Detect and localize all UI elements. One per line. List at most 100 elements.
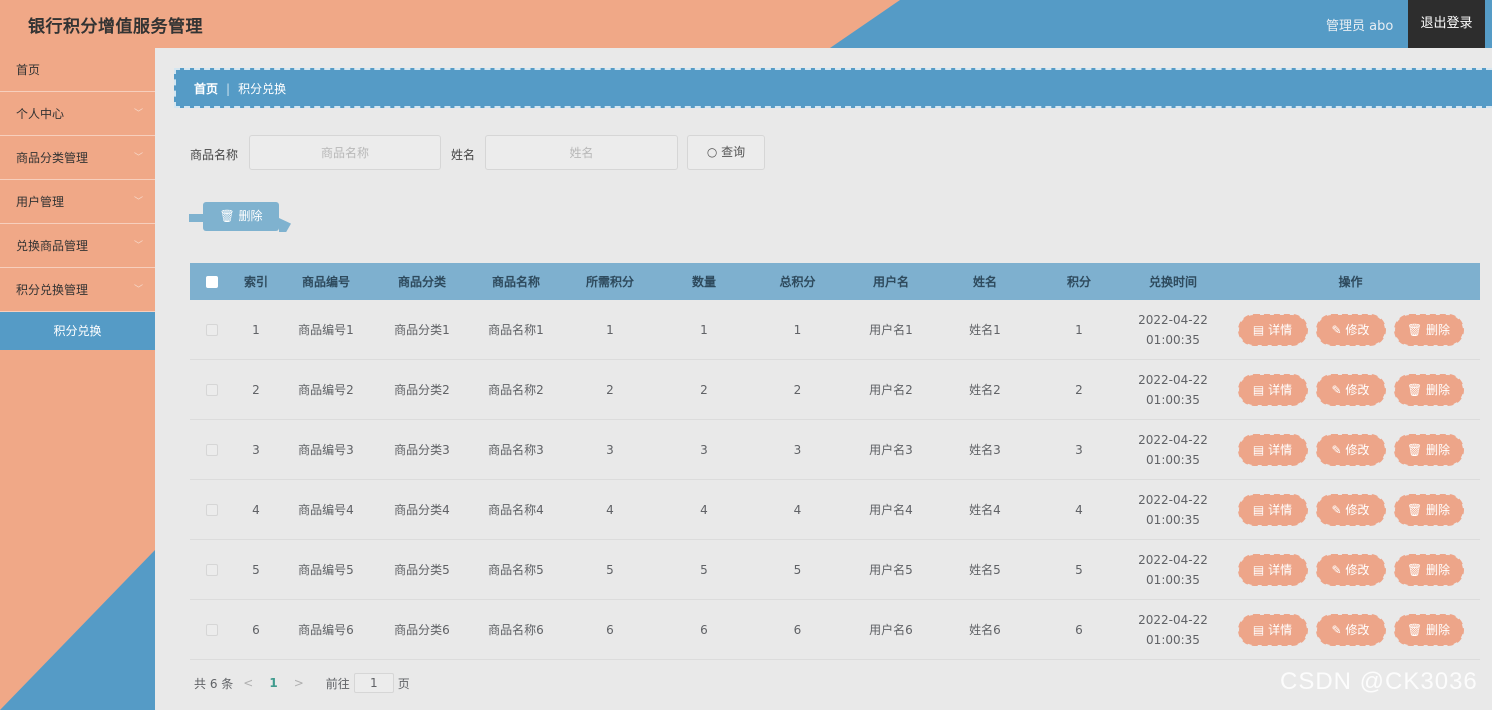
- table-body: 1 商品编号1 商品分类1 商品名称1 1 1 1 用户名1 姓名1 1 2022-04-22 01:…: [190, 300, 1480, 660]
- table-row: 4 商品编号4 商品分类4 商品名称4 4 4 4 用户名4 姓名4 4 2022-04-22 01:…: [190, 480, 1480, 540]
- detail-button-label: 详情: [1268, 382, 1293, 397]
- table-row: 6 商品编号6 商品分类6 商品名称6 6 6 6 用户名6 姓名6 6 2022-04-22 01:…: [190, 600, 1480, 660]
- top-header: 银行积分增值服务管理 管理员 abo 退出登录: [0, 0, 1492, 48]
- select-all-checkbox[interactable]: [206, 276, 218, 288]
- row-checkbox[interactable]: [206, 504, 218, 516]
- header-product-code: 商品编号: [301, 275, 350, 289]
- row-checkbox[interactable]: [206, 324, 218, 336]
- goto-page-input[interactable]: [353, 673, 394, 693]
- product-name-input[interactable]: [249, 135, 441, 170]
- detail-button[interactable]: ▤ 详情: [1237, 493, 1308, 526]
- header-blue-shape: [830, 0, 1492, 48]
- sidebar-item-home[interactable]: 首页: [0, 48, 155, 92]
- name-label: 姓名: [451, 148, 476, 162]
- cell-exchange-time: 2022-04-22 01:00:35: [1125, 550, 1221, 590]
- edit-button[interactable]: ✎ 修改: [1315, 313, 1386, 346]
- cell-product-code: 商品编号2: [298, 383, 354, 397]
- cell-points: 3: [1075, 442, 1083, 457]
- edit-button[interactable]: ✎ 修改: [1315, 433, 1386, 466]
- pencil-icon: ✎: [1331, 562, 1346, 577]
- trash-icon: 🗑: [1406, 622, 1427, 637]
- product-name-label: 商品名称: [190, 148, 239, 162]
- batch-delete-button[interactable]: 🗑 删除: [189, 202, 279, 231]
- cell-required-points: 1: [606, 322, 614, 337]
- cell-username: 用户名2: [869, 383, 913, 397]
- cell-total-points: 2: [793, 382, 802, 397]
- delete-button[interactable]: 🗑 删除: [1393, 553, 1464, 586]
- admin-label: 管理员 abo: [1326, 19, 1394, 34]
- name-input[interactable]: [485, 135, 678, 170]
- sidebar-item-exchange-product-management[interactable]: 兑换商品管理 ﹀: [0, 224, 155, 268]
- row-checkbox[interactable]: [206, 564, 218, 576]
- cell-required-points: 4: [606, 502, 614, 517]
- cell-points: 6: [1075, 622, 1083, 637]
- chevron-down-icon: ﹀: [133, 197, 143, 207]
- detail-button[interactable]: ▤ 详情: [1237, 373, 1308, 406]
- chevron-down-icon: ﹀: [133, 285, 143, 295]
- cell-exchange-time: 2022-04-22 01:00:35: [1125, 610, 1221, 650]
- pencil-icon: ✎: [1331, 502, 1346, 517]
- edit-button[interactable]: ✎ 修改: [1315, 553, 1386, 586]
- cell-total-points: 6: [793, 622, 802, 637]
- prev-page-icon[interactable]: <: [243, 676, 253, 690]
- detail-button[interactable]: ▤ 详情: [1237, 613, 1308, 646]
- breadcrumb-home[interactable]: 首页: [194, 82, 218, 96]
- cell-category: 商品分类2: [394, 383, 450, 397]
- cell-index: 3: [252, 442, 260, 457]
- row-checkbox[interactable]: [206, 624, 218, 636]
- pencil-icon: ✎: [1331, 442, 1346, 457]
- exchange-clock-time: 01:00:35: [1146, 452, 1200, 467]
- header-points: 积分: [1066, 275, 1091, 289]
- sidebar-subitem-points-exchange[interactable]: 积分兑换: [0, 312, 155, 350]
- cell-exchange-time: 2022-04-22 01:00:35: [1125, 370, 1221, 410]
- delete-button[interactable]: 🗑 删除: [1393, 313, 1464, 346]
- delete-button-label: 删除: [1426, 322, 1451, 337]
- delete-button-label: 删除: [1426, 622, 1451, 637]
- logout-button[interactable]: 退出登录: [1408, 0, 1485, 48]
- delete-button[interactable]: 🗑 删除: [1393, 613, 1464, 646]
- cell-category: 商品分类3: [394, 443, 450, 457]
- cell-points: 1: [1075, 322, 1083, 337]
- detail-button[interactable]: ▤ 详情: [1237, 553, 1308, 586]
- pencil-icon: ✎: [1331, 622, 1346, 637]
- next-page-icon[interactable]: >: [294, 676, 304, 690]
- row-checkbox[interactable]: [206, 444, 218, 456]
- chevron-down-icon: ﹀: [133, 153, 143, 163]
- page-number-current[interactable]: 1: [269, 676, 277, 690]
- edit-button[interactable]: ✎ 修改: [1315, 373, 1386, 406]
- cell-quantity: 2: [700, 382, 708, 397]
- document-icon: ▤: [1252, 322, 1269, 337]
- sidebar-item-category-management[interactable]: 商品分类管理 ﹀: [0, 136, 155, 180]
- sidebar-item-points-exchange-management[interactable]: 积分兑换管理 ﹀: [0, 268, 155, 312]
- delete-button[interactable]: 🗑 删除: [1393, 433, 1464, 466]
- cell-exchange-time: 2022-04-22 01:00:35: [1125, 490, 1221, 530]
- row-select-cell: [190, 563, 234, 577]
- trash-icon: 🗑: [1406, 562, 1427, 577]
- sidebar-item-user-management[interactable]: 用户管理 ﹀: [0, 180, 155, 224]
- cell-points: 4: [1075, 502, 1083, 517]
- edit-button[interactable]: ✎ 修改: [1315, 493, 1386, 526]
- delete-button[interactable]: 🗑 删除: [1393, 373, 1464, 406]
- row-actions: ▤ 详情 ✎ 修改 🗑 删除: [1221, 433, 1480, 466]
- detail-button[interactable]: ▤ 详情: [1237, 313, 1308, 346]
- cell-actions: ▤ 详情 ✎ 修改 🗑 删除: [1221, 493, 1480, 526]
- edit-button-label: 修改: [1345, 442, 1370, 457]
- row-checkbox[interactable]: [206, 384, 218, 396]
- delete-button[interactable]: 🗑 删除: [1393, 493, 1464, 526]
- cell-product-name: 商品名称3: [488, 443, 544, 457]
- query-button[interactable]: ○ 查询: [687, 135, 765, 170]
- edit-button-label: 修改: [1345, 622, 1370, 637]
- table-header: 索引 商品编号 商品分类 商品名称 所需积分 数量 总积分 用户名 姓名 积分 …: [190, 263, 1480, 300]
- exchange-clock-time: 01:00:35: [1146, 632, 1200, 647]
- exchange-clock-time: 01:00:35: [1146, 332, 1200, 347]
- cell-username: 用户名5: [869, 563, 913, 577]
- sidebar-item-label: 商品分类管理: [16, 151, 89, 165]
- cell-name: 姓名3: [969, 443, 1001, 457]
- detail-button[interactable]: ▤ 详情: [1237, 433, 1308, 466]
- detail-button-label: 详情: [1268, 562, 1293, 577]
- sidebar-item-personal-center[interactable]: 个人中心 ﹀: [0, 92, 155, 136]
- edit-button[interactable]: ✎ 修改: [1315, 613, 1386, 646]
- document-icon: ▤: [1252, 502, 1269, 517]
- cell-required-points: 5: [606, 562, 614, 577]
- cell-category: 商品分类6: [394, 623, 450, 637]
